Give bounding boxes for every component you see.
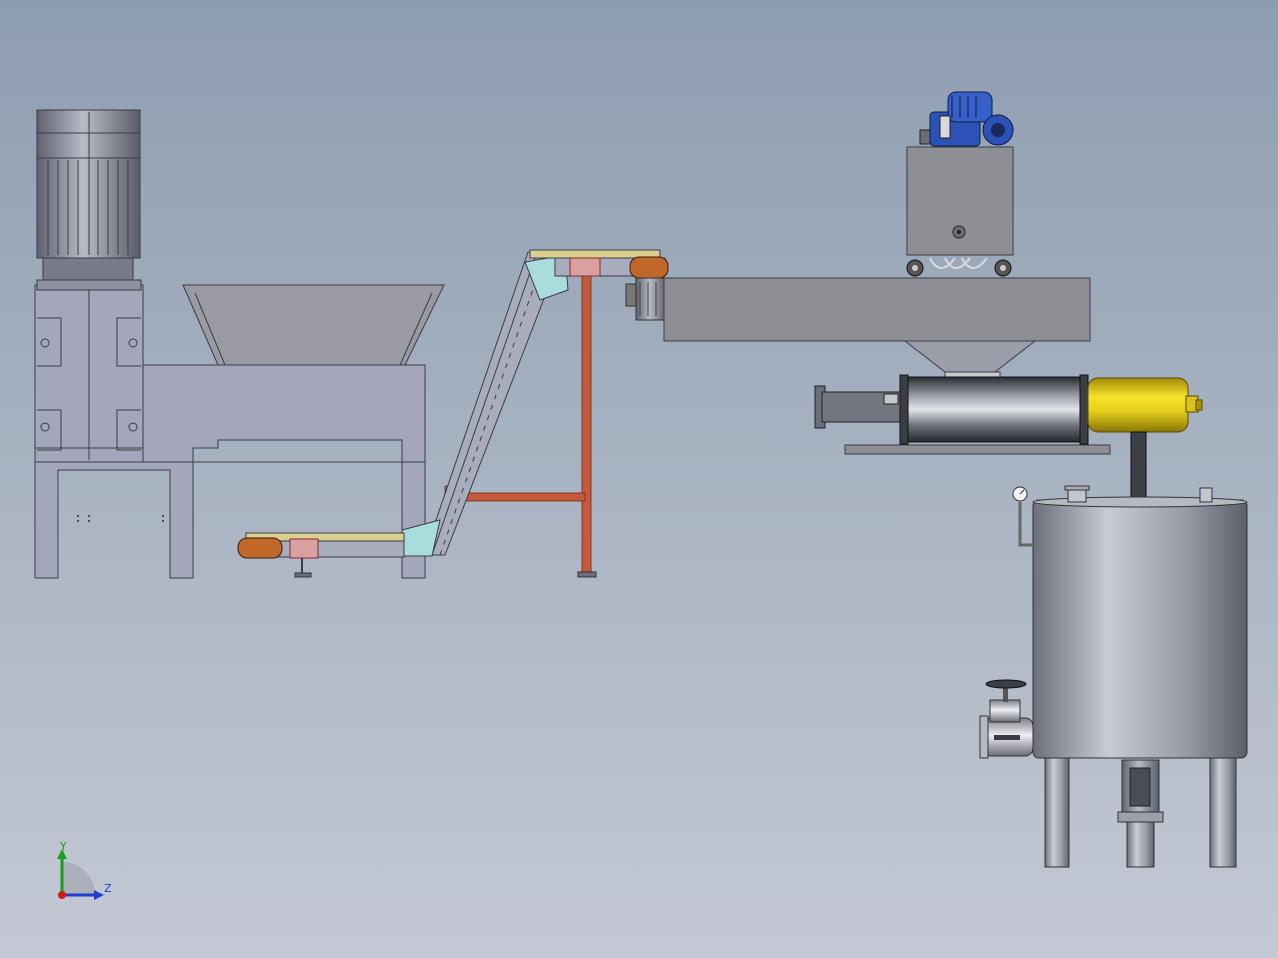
press-inlet-boss	[883, 393, 899, 405]
tank-nozzle-flange	[1064, 485, 1090, 491]
conveyor-foot-pad	[294, 572, 312, 578]
barrel-flange-left	[899, 374, 909, 445]
cad-viewport[interactable]: Y Z	[0, 0, 1278, 958]
y-axis-label: Y	[59, 840, 67, 853]
assembly-drawing[interactable]: Y Z	[0, 0, 1278, 958]
press-barrel	[901, 376, 1087, 443]
tank-nozzle-right	[1199, 487, 1213, 503]
z-axis-label: Z	[104, 882, 112, 895]
press-base-plate	[844, 444, 1111, 455]
gearbox-flange	[36, 279, 142, 291]
tank-body	[1032, 499, 1248, 759]
cart-knob-center	[957, 230, 961, 234]
press-yellow-cylinder	[1087, 377, 1189, 433]
conveyor-head-pulley	[629, 256, 669, 279]
tank-top-rim	[1032, 496, 1248, 508]
conveyor-bottom-bracket	[289, 538, 319, 559]
press-drain-pipe	[1130, 431, 1147, 505]
barrel-flange-right	[1079, 374, 1089, 445]
triad-origin	[58, 891, 66, 899]
machine-box-body	[663, 277, 1091, 342]
cylinder-nut	[1195, 399, 1203, 411]
tank-bottom-motor	[1117, 759, 1164, 823]
conveyor-tail-pulley	[237, 537, 283, 559]
cart-cabinet	[906, 146, 1014, 256]
conveyor-top-bracket	[569, 257, 601, 277]
conveyor-foot	[577, 571, 597, 578]
